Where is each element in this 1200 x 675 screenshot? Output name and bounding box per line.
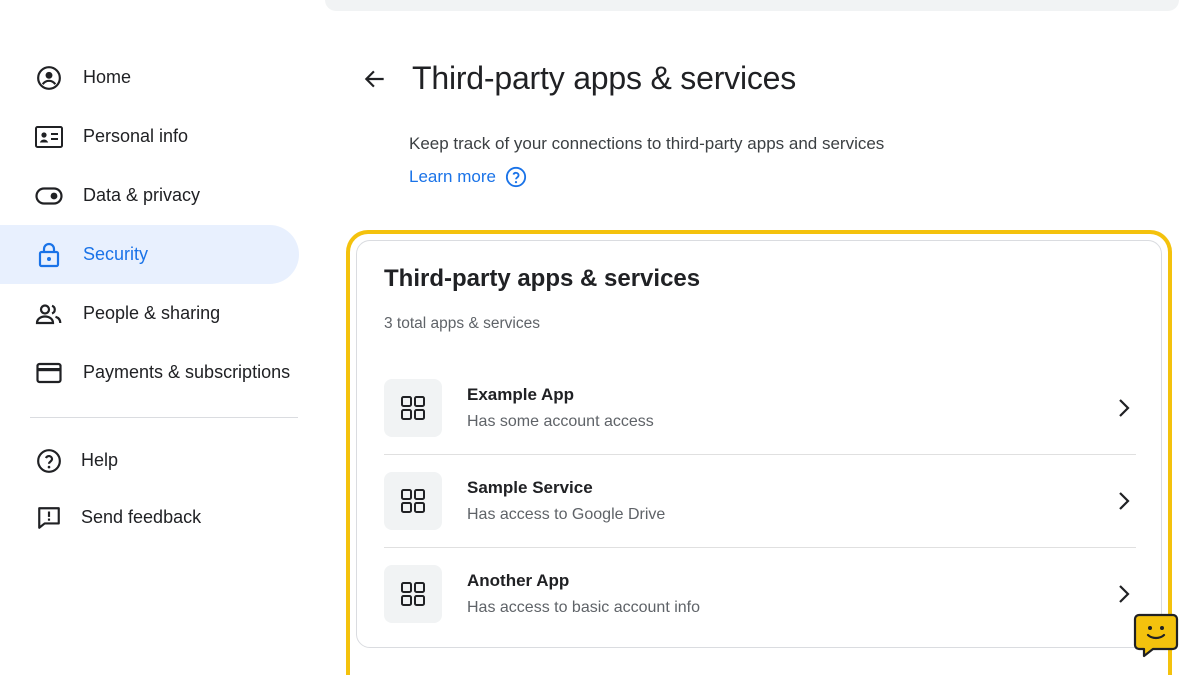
people-icon: [35, 300, 63, 328]
app-access: Has access to basic account info: [467, 599, 701, 616]
account-circle-icon: [35, 64, 63, 92]
card-title: Third-party apps & services: [384, 265, 701, 292]
app-name: Example App: [467, 384, 575, 404]
back-arrow-icon[interactable]: [360, 64, 390, 94]
sidebar-item-label: Security: [83, 244, 149, 264]
page-header: Third-party apps & services: [360, 60, 796, 97]
toggle-icon: [35, 182, 63, 210]
apps-grid-icon: [384, 378, 442, 437]
apps-grid-icon: [384, 565, 442, 623]
sidebar-item-label: Help: [81, 450, 119, 470]
sidebar-divider: [30, 417, 298, 418]
app-row-example-app[interactable]: Example App Has some account access: [384, 361, 1136, 454]
apps-count: 3 total apps & services: [384, 315, 540, 332]
third-party-apps-card: Third-party apps & services 3 total apps…: [356, 240, 1162, 648]
app-access: Has some account access: [467, 412, 654, 430]
learn-more-link[interactable]: Learn more: [409, 166, 527, 188]
help-circle-icon: [505, 166, 527, 188]
page-title: Third-party apps & services: [412, 60, 797, 96]
chat-widget-button[interactable]: [1133, 612, 1179, 658]
sidebar-item-send-feedback[interactable]: Send feedback: [0, 489, 299, 546]
sidebar-item-payments[interactable]: Payments & subscriptions: [0, 343, 299, 402]
chevron-right-icon: [1112, 489, 1136, 513]
sidebar-item-label: Personal info: [83, 126, 189, 146]
app-row-another-app[interactable]: Another App Has access to basic account …: [384, 547, 1136, 640]
page-subtitle: Keep track of your connections to third-…: [409, 134, 885, 153]
app-list: Example App Has some account access Samp…: [384, 361, 1136, 640]
sidebar-item-security[interactable]: Security: [0, 225, 299, 284]
sidebar-item-label: Send feedback: [81, 507, 202, 527]
app-row-sample-service[interactable]: Sample Service Has access to Google Driv…: [384, 454, 1136, 547]
sidebar-item-data-privacy[interactable]: Data & privacy: [0, 166, 299, 225]
sidebar-item-label: Home: [83, 67, 132, 87]
credit-card-icon: [35, 359, 63, 387]
feedback-icon: [35, 504, 63, 532]
lock-icon: [35, 241, 63, 269]
sidebar-item-label: Payments & subscriptions: [83, 362, 291, 382]
learn-more-label: Learn more: [409, 167, 496, 186]
app-name: Another App: [467, 571, 570, 590]
top-search-bar[interactable]: [325, 0, 1179, 11]
sidebar-item-home[interactable]: Home: [0, 48, 299, 107]
id-card-icon: [35, 123, 63, 151]
app-name: Sample Service: [467, 478, 593, 497]
help-icon: [35, 447, 63, 475]
sidebar-item-people-sharing[interactable]: People & sharing: [0, 284, 299, 343]
sidebar-item-label: Data & privacy: [83, 185, 201, 205]
apps-grid-icon: [384, 472, 442, 530]
smiley-chat-icon: [1133, 613, 1179, 658]
chevron-right-icon: [1112, 582, 1136, 606]
sidebar-item-help[interactable]: Help: [0, 432, 299, 489]
chevron-right-icon: [1112, 396, 1136, 420]
sidebar-item-personal-info[interactable]: Personal info: [0, 107, 299, 166]
sidebar-item-label: People & sharing: [83, 303, 221, 323]
app-access: Has access to Google Drive: [467, 506, 666, 523]
sidebar-nav: Home Personal info Data & privacy Securi…: [0, 48, 310, 546]
